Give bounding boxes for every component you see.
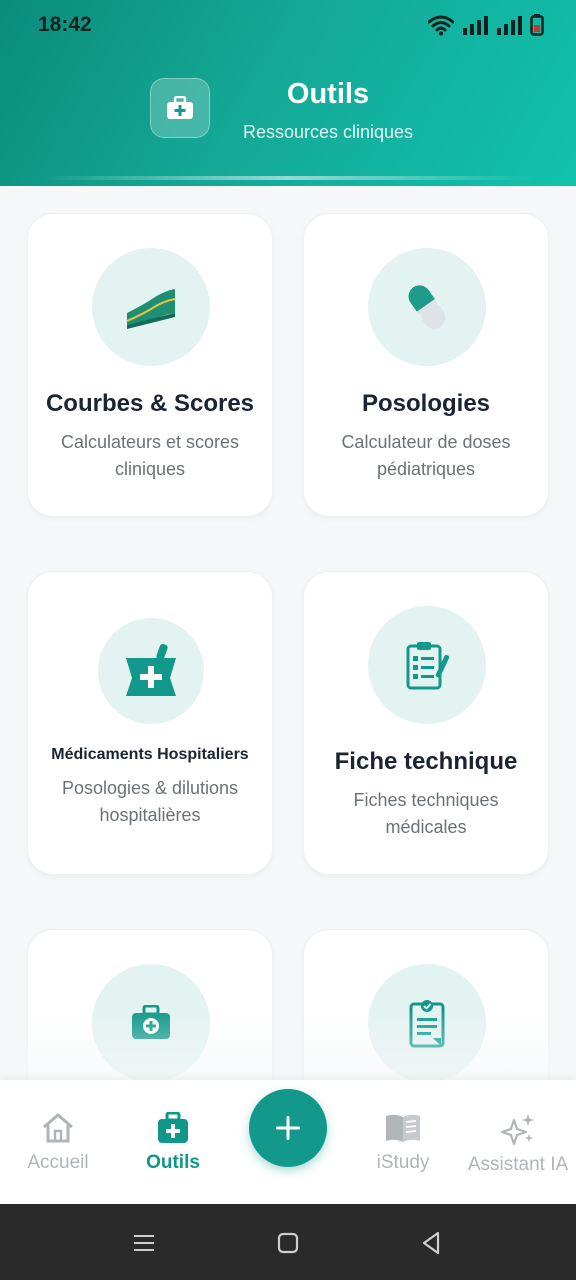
header: 18:42 Outils Ressources cliniques (0, 0, 576, 186)
first-aid-kit-icon (167, 96, 193, 119)
add-button[interactable] (249, 1089, 327, 1167)
header-icon-box (150, 78, 210, 138)
status-icons (428, 14, 544, 36)
system-nav-bar (0, 1204, 576, 1280)
recents-button[interactable] (131, 1230, 157, 1256)
clipboard-checklist-icon (406, 642, 450, 690)
wifi-icon (428, 15, 454, 36)
nav-label: Accueil (27, 1152, 89, 1173)
back-triangle-icon (422, 1231, 440, 1255)
status-time: 18:42 (38, 13, 92, 36)
signal-icon (497, 16, 522, 35)
card-icon-circle (368, 964, 486, 1082)
plus-icon (276, 1116, 300, 1140)
nav-item-istudy[interactable]: iStudy (343, 1112, 463, 1174)
nav-item-accueil[interactable]: Accueil (0, 1112, 118, 1174)
growth-chart-icon (126, 289, 176, 329)
nav-item-assistant-ia[interactable]: Assistant IA (458, 1112, 576, 1176)
card-posologies[interactable]: Posologies Calculateur de doses pédiatri… (303, 213, 549, 517)
nav-label: Assistant IA (467, 1154, 569, 1175)
card-title: Courbes & Scores (45, 390, 255, 417)
nav-label: iStudy (376, 1152, 430, 1173)
home-icon (43, 1113, 73, 1143)
card-description: Calculateur de doses pédiatriques (341, 432, 511, 479)
menu-icon (134, 1235, 154, 1251)
card-description: Fiches techniques médicales (353, 790, 499, 837)
home-button[interactable] (275, 1230, 301, 1256)
sparkles-icon (500, 1114, 534, 1146)
card-courbes-scores[interactable]: Courbes & Scores Calculateurs et scores … (27, 213, 273, 517)
card-fiche-technique[interactable]: Fiche technique Fiches techniques médica… (303, 571, 549, 875)
nav-label: Outils (146, 1152, 200, 1173)
page-title: Outils (286, 78, 370, 110)
nav-item-outils[interactable]: Outils (113, 1112, 233, 1174)
card-title: Médicaments Hospitaliers (51, 746, 249, 763)
medical-kit-icon (132, 1005, 170, 1039)
capsule-icon (408, 285, 446, 329)
card-icon-circle (92, 248, 210, 366)
square-icon (277, 1232, 299, 1254)
page-subtitle: Ressources cliniques (242, 122, 414, 142)
book-icon (386, 1114, 420, 1142)
mortar-pestle-icon (126, 643, 176, 696)
signal-icon (463, 16, 488, 35)
card-title: Fiche technique (334, 748, 518, 775)
first-aid-kit-icon (158, 1112, 188, 1143)
card-icon-circle (368, 248, 486, 366)
card-icon-circle (92, 964, 210, 1082)
card-description: Posologies & dilutions hospitalières (61, 778, 239, 825)
card-icon-circle (98, 618, 204, 724)
card-description: Calculateurs et scores cliniques (60, 432, 240, 479)
medical-document-icon (409, 1000, 445, 1048)
card-title: Posologies (361, 390, 491, 417)
back-button[interactable] (418, 1230, 444, 1256)
status-bar: 18:42 (0, 0, 576, 50)
card-medicaments-hospitaliers[interactable]: Médicaments Hospitaliers Posologies & di… (27, 571, 273, 875)
battery-icon (530, 14, 544, 36)
card-icon-circle (368, 606, 486, 724)
